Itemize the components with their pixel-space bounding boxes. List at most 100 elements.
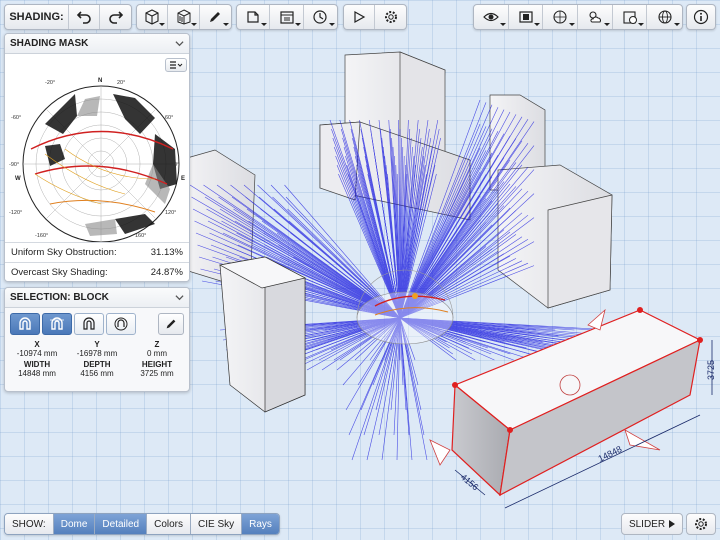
svg-text:20°: 20° bbox=[117, 80, 125, 86]
compass-east: E bbox=[181, 176, 185, 182]
chevron-down-icon[interactable] bbox=[175, 293, 184, 302]
width-value[interactable]: 14848 mm bbox=[7, 369, 67, 378]
settings-button[interactable] bbox=[375, 5, 406, 29]
selection-header[interactable]: SELECTION: BLOCK bbox=[5, 288, 189, 308]
row-value: 24.87% bbox=[150, 267, 183, 278]
building-icon bbox=[177, 9, 191, 25]
show-toolbar: SHOW: Dome Detailed Colors CIE Sky Rays bbox=[4, 513, 280, 535]
compass-west: W bbox=[15, 176, 21, 182]
globe-icon bbox=[658, 10, 672, 24]
show-label: SHOW: bbox=[5, 514, 54, 534]
visibility-button[interactable] bbox=[474, 5, 509, 29]
animation-toolbar bbox=[343, 4, 407, 30]
modeling-toolbar bbox=[136, 4, 232, 30]
add-building-button[interactable] bbox=[168, 5, 200, 29]
menu-icon bbox=[170, 61, 183, 69]
y-value[interactable]: -16978 mm bbox=[67, 349, 127, 358]
info-button[interactable] bbox=[687, 5, 715, 29]
layout-icon bbox=[518, 11, 533, 23]
toggle-colors[interactable]: Colors bbox=[147, 514, 192, 534]
sun-path-button[interactable] bbox=[543, 5, 579, 29]
z-label: Z bbox=[154, 340, 160, 349]
stereographic-chart: -20° 20° -60° 60° -90° 90° -120° 120° -160° 1… bbox=[9, 78, 185, 243]
calendar-button[interactable] bbox=[270, 5, 304, 29]
snap-grid-button[interactable] bbox=[42, 313, 72, 335]
shading-mask-header[interactable]: SHADING MASK bbox=[5, 34, 189, 54]
toggle-cie-sky[interactable]: CIE Sky bbox=[191, 514, 243, 534]
info-toolbar bbox=[686, 4, 716, 30]
object-icon bbox=[247, 11, 259, 23]
shading-menu[interactable]: SHADING: bbox=[5, 5, 69, 29]
chevron-down-icon[interactable] bbox=[175, 39, 184, 48]
play-arrow-icon bbox=[669, 520, 676, 528]
magnet-icon bbox=[19, 317, 31, 330]
toggle-dome[interactable]: Dome bbox=[53, 514, 96, 534]
sun-path-icon bbox=[553, 10, 567, 24]
panel-title: SELECTION: BLOCK bbox=[10, 292, 109, 303]
svg-text:-160°: -160° bbox=[35, 233, 48, 239]
undo-button[interactable] bbox=[69, 5, 101, 29]
compass-north: N bbox=[98, 78, 102, 84]
building-front-left[interactable] bbox=[218, 256, 306, 413]
dim-height-label: 3725 bbox=[706, 360, 716, 380]
depth-label: DEPTH bbox=[83, 360, 111, 369]
toggle-rays[interactable]: Rays bbox=[242, 514, 279, 534]
selection-panel: SELECTION: BLOCK X -10974 mm Y -16978 mm Z… bbox=[4, 287, 190, 392]
y-label: Y bbox=[94, 340, 100, 349]
height-value[interactable]: 3725 mm bbox=[127, 369, 187, 378]
redo-icon bbox=[108, 11, 123, 24]
edit-button[interactable] bbox=[158, 313, 184, 335]
height-label: HEIGHT bbox=[141, 360, 173, 369]
row-label: Overcast Sky Shading: bbox=[11, 267, 108, 278]
shading-mask-view: -20° 20° -60° 60° -90° 90° -120° 120° -160° 1… bbox=[5, 54, 189, 243]
shading-mask-panel: SHADING MASK -20° 20° -60° 60° -90° 90° -12… bbox=[4, 33, 190, 282]
slider-button[interactable]: SLIDER bbox=[621, 513, 683, 535]
time-button[interactable] bbox=[304, 5, 337, 29]
snap-center-button[interactable] bbox=[106, 313, 136, 335]
svg-text:90°: 90° bbox=[171, 162, 179, 168]
snap-object-button[interactable] bbox=[74, 313, 104, 335]
undo-icon bbox=[76, 11, 91, 24]
svg-text:-120°: -120° bbox=[9, 210, 22, 216]
x-value[interactable]: -10974 mm bbox=[7, 349, 67, 358]
object-button[interactable] bbox=[237, 5, 271, 29]
redo-button[interactable] bbox=[100, 5, 131, 29]
cube-icon bbox=[145, 9, 159, 25]
draw-button[interactable] bbox=[200, 5, 231, 29]
weather-icon bbox=[589, 11, 601, 23]
building-right[interactable] bbox=[497, 164, 613, 309]
uniform-sky-row: Uniform Sky Obstruction: 31.13% bbox=[5, 242, 189, 262]
z-value[interactable]: 0 mm bbox=[127, 349, 187, 358]
depth-value[interactable]: 4156 mm bbox=[67, 369, 127, 378]
schedule-button[interactable] bbox=[613, 5, 648, 29]
mask-options-button[interactable] bbox=[165, 58, 187, 72]
selected-block[interactable]: 14848 4156 3725 bbox=[429, 307, 716, 509]
shading-label: SHADING: bbox=[9, 11, 64, 23]
view-toolbar bbox=[236, 4, 338, 30]
weather-button[interactable] bbox=[578, 5, 613, 29]
block-dimensions: X -10974 mm Y -16978 mm Z0 mm WIDTH 14848 m… bbox=[5, 338, 189, 378]
svg-text:-90°: -90° bbox=[9, 162, 19, 168]
snap-magnet-button[interactable] bbox=[10, 313, 40, 335]
view-settings-button[interactable] bbox=[686, 513, 716, 535]
globe-button[interactable] bbox=[647, 5, 682, 29]
svg-text:160°: 160° bbox=[135, 233, 146, 239]
magnet-grid-icon bbox=[50, 317, 64, 330]
toggle-detailed[interactable]: Detailed bbox=[95, 514, 148, 534]
svg-text:120°: 120° bbox=[165, 210, 176, 216]
gear-icon bbox=[384, 11, 397, 23]
play-button[interactable] bbox=[344, 5, 376, 29]
row-label: Uniform Sky Obstruction: bbox=[11, 247, 117, 258]
panel-title: SHADING MASK bbox=[10, 38, 89, 49]
calendar-icon bbox=[279, 11, 294, 24]
overcast-sky-row: Overcast Sky Shading: 24.87% bbox=[5, 262, 189, 281]
add-block-button[interactable] bbox=[137, 5, 169, 29]
layout-button[interactable] bbox=[509, 5, 544, 29]
pencil-icon bbox=[210, 12, 221, 22]
dim-depth-label: 4156 bbox=[459, 472, 481, 493]
svg-text:-60°: -60° bbox=[11, 115, 21, 121]
pencil-icon bbox=[166, 319, 176, 329]
schedule-icon bbox=[622, 11, 637, 24]
magnet-circle-icon bbox=[114, 317, 128, 331]
shading-toolbar: SHADING: bbox=[4, 4, 132, 30]
